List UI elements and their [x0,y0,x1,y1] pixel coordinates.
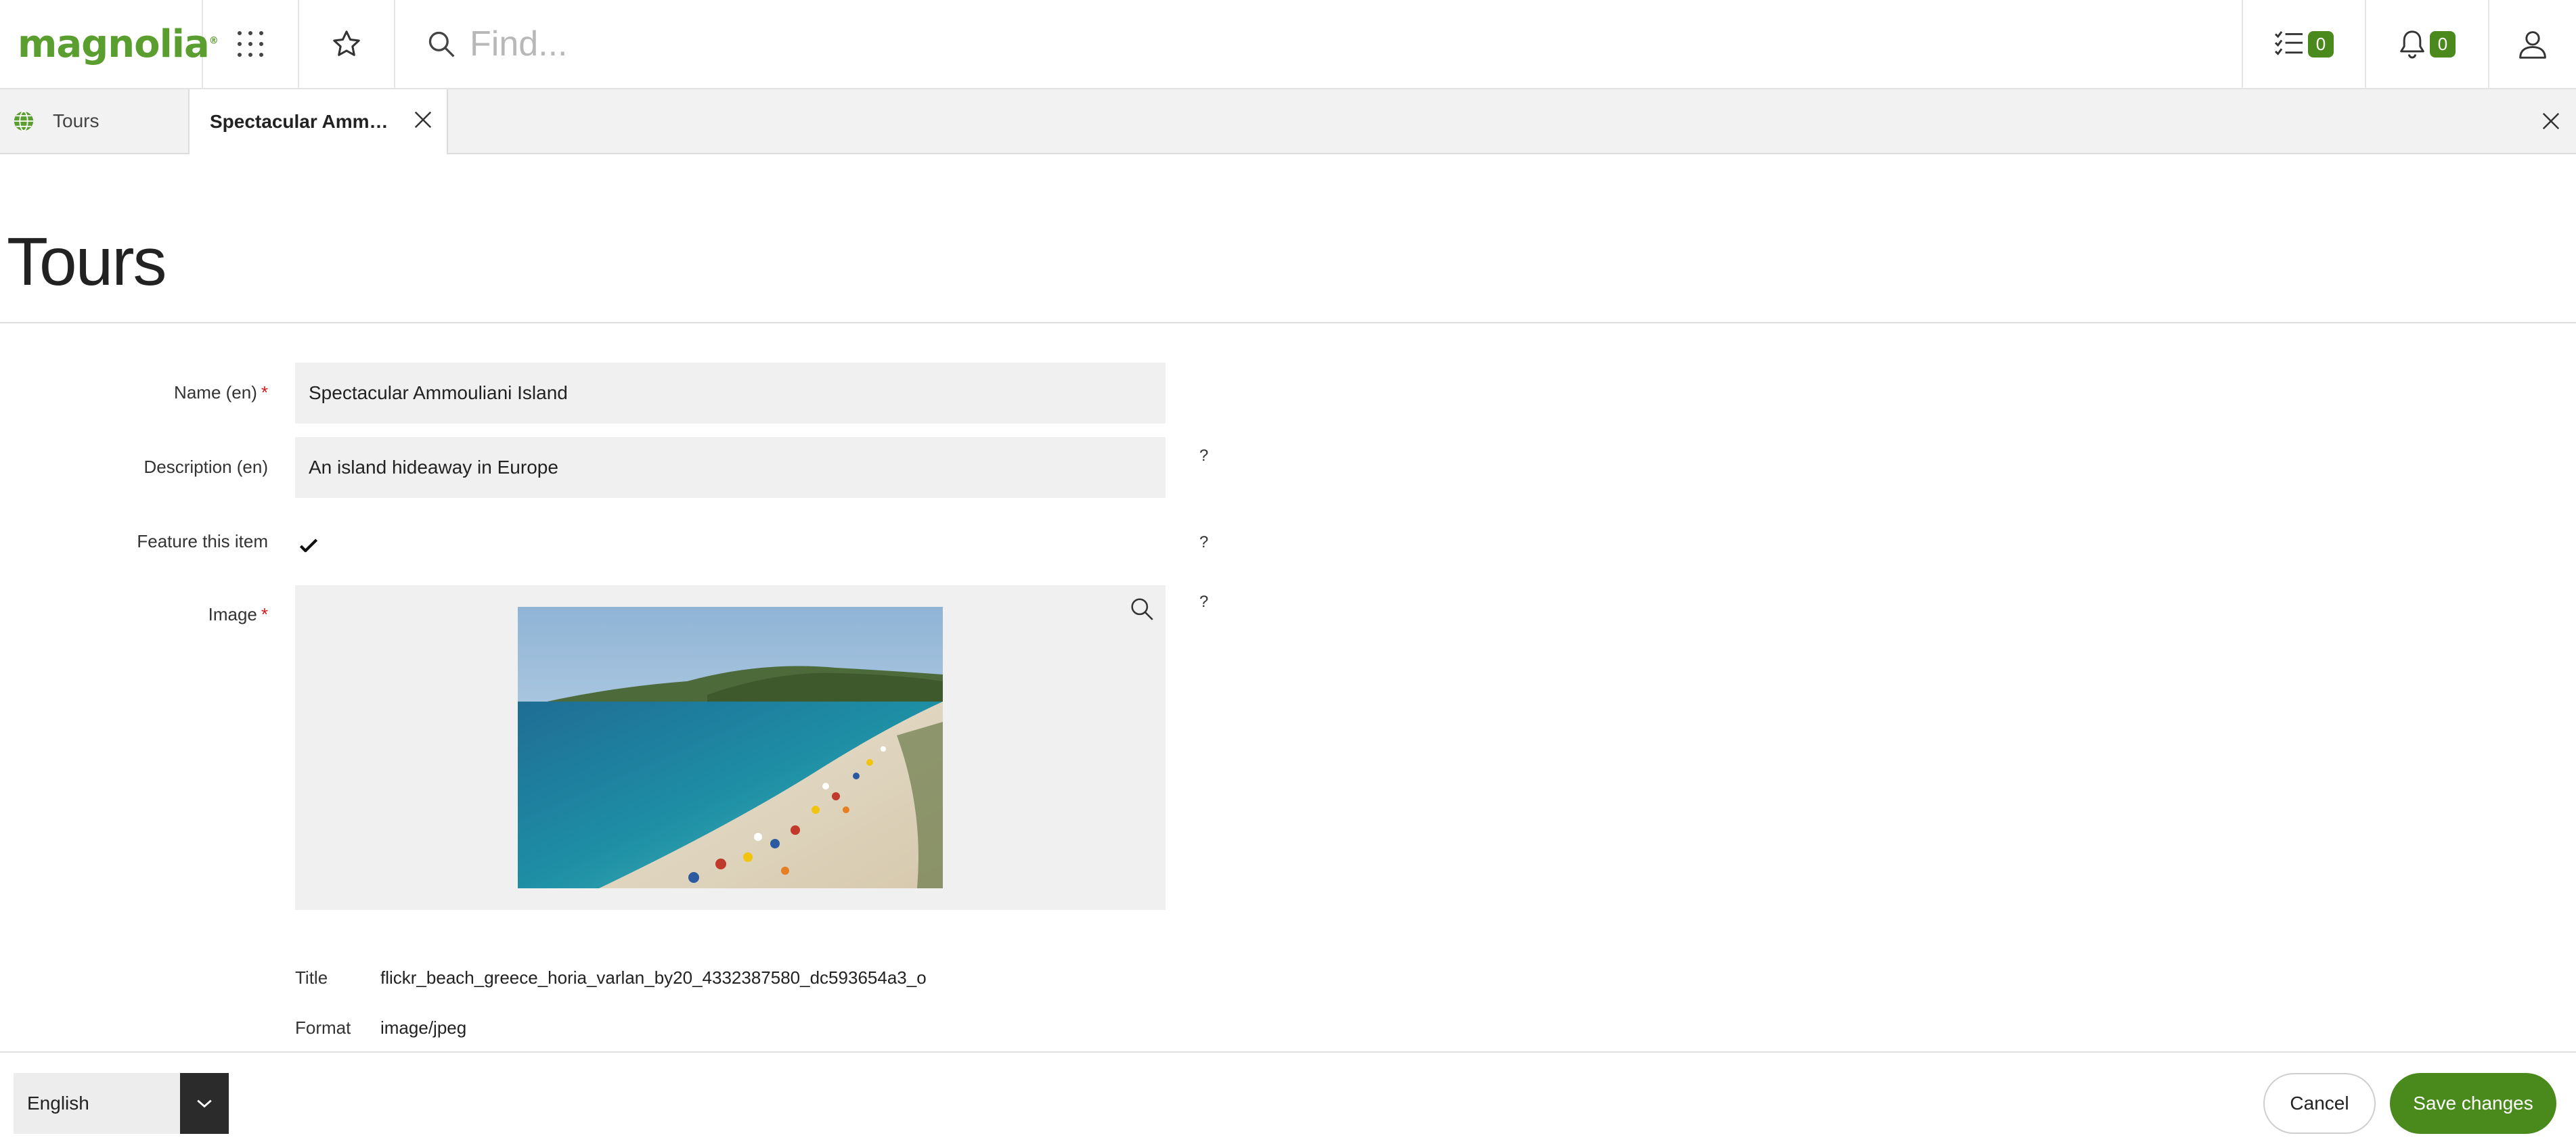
tasks-icon [2274,30,2303,55]
description-input[interactable] [295,437,1165,498]
tasks-button[interactable]: 0 [2243,0,2366,88]
feature-label: Feature this item [137,531,268,551]
description-help-icon[interactable]: ? [1199,447,1208,465]
feature-checkbox[interactable] [296,533,321,557]
image-field[interactable] [295,585,1165,910]
logo[interactable]: magnolia® [0,0,219,88]
apps-grid-icon [238,31,263,57]
checkmark-icon [299,539,318,553]
footer-bar: English Cancel Save changes [0,1051,2576,1142]
language-dropdown-toggle[interactable] [180,1073,229,1134]
tab-label: Spectacular Ammou... [210,111,393,132]
image-title-value: flickr_beach_greece_horia_varlan_by20_43… [380,967,927,988]
app-launcher-button[interactable] [203,0,299,88]
search-bar[interactable] [395,0,2243,88]
close-app-icon[interactable] [2541,111,2561,131]
image-title-key: Title [295,967,328,988]
close-tab-icon[interactable] [413,110,433,130]
image-zoom-button[interactable] [1125,592,1159,626]
name-label-text: Name (en) [174,382,257,403]
image-label: Image * [0,604,268,625]
image-label-text: Image [208,604,257,624]
beach-photo [518,607,943,888]
search-input[interactable] [468,23,1486,65]
search-icon [1131,598,1153,620]
language-select[interactable]: English [14,1073,229,1134]
title-divider [0,322,2576,323]
cancel-button[interactable]: Cancel [2263,1073,2376,1134]
feature-help-icon[interactable]: ? [1199,533,1208,552]
tasks-count-badge: 0 [2307,30,2334,58]
favorites-button[interactable] [299,0,395,88]
page-title: Tours [7,224,167,300]
tab-bar: Tours Spectacular Ammou... [0,89,2576,154]
logo-text: magnolia [18,22,210,66]
chevron-down-icon [197,1099,212,1108]
name-input[interactable] [295,363,1165,424]
notifications-button[interactable]: 0 [2366,0,2489,88]
user-icon [2519,31,2546,59]
notifications-count-badge: 0 [2429,30,2456,58]
search-icon [428,31,455,58]
tab-label: Tours [53,110,99,131]
tab-spectacular-ammouliani[interactable]: Spectacular Ammou... [190,89,448,154]
language-value: English [14,1073,180,1134]
required-marker: * [261,382,268,403]
user-menu-button[interactable] [2489,0,2576,88]
top-bar: magnolia® 0 [0,0,2576,89]
image-format-value: image/jpeg [380,1018,467,1038]
globe-icon [14,110,34,132]
bell-icon [2399,30,2424,59]
description-label: Description (en) [143,457,268,477]
required-marker: * [261,604,268,624]
image-preview[interactable] [518,607,943,888]
save-changes-button[interactable]: Save changes [2390,1073,2556,1134]
name-label: Name (en) * [0,382,268,403]
tab-tours[interactable]: Tours [0,89,190,153]
image-format-key: Format [295,1018,351,1038]
star-icon [333,30,360,56]
image-help-icon[interactable]: ? [1199,593,1208,612]
